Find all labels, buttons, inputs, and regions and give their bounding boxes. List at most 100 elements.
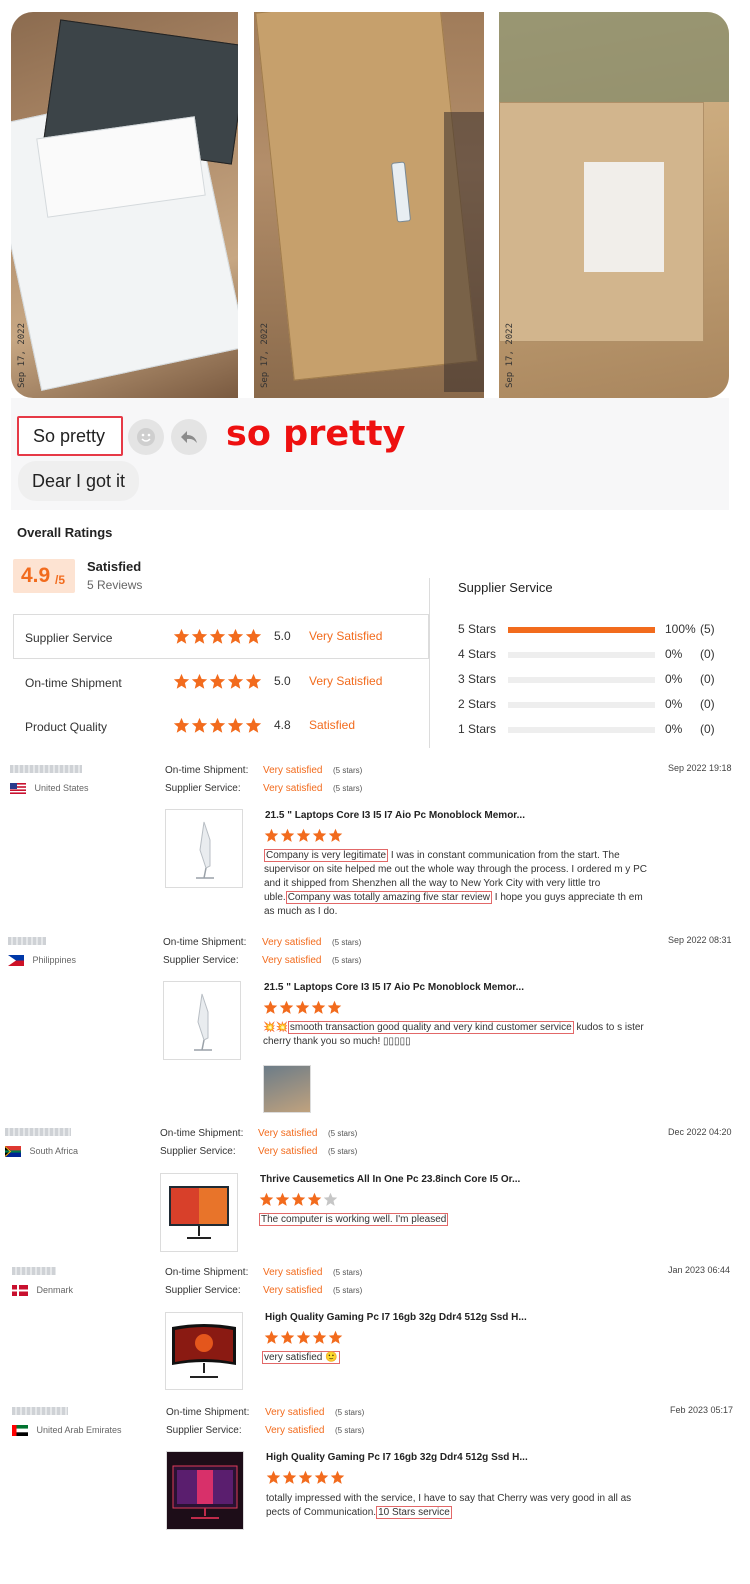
reviewer-country: United Arab Emirates <box>12 1425 122 1437</box>
review-highlight: very satisfied 🙂 <box>262 1351 340 1364</box>
shipment-stars: (5 stars) <box>333 1268 363 1277</box>
rating-row-stars <box>173 628 262 645</box>
product-thumbnail[interactable] <box>165 809 243 888</box>
star-filled-icon <box>173 717 190 733</box>
star-filled-icon <box>311 1000 326 1014</box>
supplier-label: Supplier Service: <box>165 1285 241 1296</box>
product-thumbnail[interactable] <box>166 1451 244 1530</box>
shipment-value: Very satisfied <box>258 1128 318 1139</box>
star-filled-icon <box>280 828 295 842</box>
distribution-bar-track <box>508 677 655 683</box>
star-filled-icon <box>328 828 343 842</box>
product-title-link[interactable]: High Quality Gaming Pc I7 16gb 32g Ddr4 … <box>266 1452 528 1463</box>
reply-button[interactable] <box>171 419 207 455</box>
distribution-bar-fill <box>508 627 655 633</box>
review-highlight: smooth transaction good quality and very… <box>287 1021 574 1034</box>
star-filled-icon <box>191 717 208 733</box>
star-filled-icon <box>296 1330 311 1344</box>
review-stars <box>266 1470 345 1485</box>
chat-bubble-dear-i-got-it: Dear I got it <box>18 461 140 501</box>
product-thumbnail[interactable] <box>160 1173 238 1252</box>
supplier-value: Very satisfied <box>265 1425 325 1436</box>
star-filled-icon <box>314 1470 329 1484</box>
rating-row-verdict: Satisfied <box>309 718 356 732</box>
distribution-count: (0) <box>700 647 715 661</box>
star-filled-icon <box>191 673 208 689</box>
photo-cardboard-box[interactable]: Sep 17, 2022 <box>254 12 484 398</box>
supplier-label: Supplier Service: <box>166 1425 242 1436</box>
country-name: United Arab Emirates <box>36 1425 122 1435</box>
supplier-label: Supplier Service: <box>160 1146 236 1157</box>
review-highlight: The computer is working well. I'm please… <box>259 1213 449 1226</box>
star-filled-icon <box>259 1192 274 1206</box>
product-title-link[interactable]: High Quality Gaming Pc I7 16gb 32g Ddr4 … <box>265 1312 527 1323</box>
product-thumbnail[interactable] <box>163 981 241 1060</box>
star-filled-icon <box>327 1000 342 1014</box>
supplier-stars: (5 stars) <box>333 784 363 793</box>
star-filled-icon <box>173 673 190 689</box>
photo-wrapped-package[interactable]: Sep 17, 2022 <box>499 12 729 398</box>
rating-row-stars <box>173 673 262 690</box>
star-filled-icon <box>209 673 226 689</box>
distribution-row-label: 2 Stars <box>458 697 497 711</box>
overall-ratings-title: Overall Ratings <box>17 525 113 540</box>
review-date: Feb 2023 05:17 <box>670 1405 734 1415</box>
review-emoji: 💥💥 <box>263 1022 288 1033</box>
rating-row-supplier-service: Supplier Service <box>25 629 112 647</box>
flag-south-africa-icon <box>5 1146 21 1158</box>
distribution-row-label: 4 Stars <box>458 647 497 661</box>
product-title-link[interactable]: 21.5 " Laptops Core I3 I5 I7 Aio Pc Mono… <box>265 810 525 821</box>
distribution-percent: 100% <box>665 622 696 636</box>
shipment-label: On-time Shipment: <box>165 1267 249 1278</box>
country-name: Philippines <box>32 955 77 965</box>
so-pretty-caption: so pretty <box>226 414 406 454</box>
distribution-percent: 0% <box>665 672 683 686</box>
shipment-label: On-time Shipment: <box>166 1407 250 1418</box>
rating-row-verdict: Very Satisfied <box>309 629 383 643</box>
product-title-link[interactable]: Thrive Causemetics All In One Pc 23.8inc… <box>260 1174 520 1185</box>
product-title-link[interactable]: 21.5 " Laptops Core I3 I5 I7 Aio Pc Mono… <box>264 982 524 993</box>
supplier-label: Supplier Service: <box>165 783 241 794</box>
flag-philippines-icon <box>8 955 24 967</box>
reviewer-country: Denmark <box>12 1285 73 1297</box>
flag-denmark-icon <box>12 1285 28 1297</box>
rating-row-on-time-shipment: On-time Shipment <box>25 674 122 692</box>
chat-bubble-so-pretty: So pretty <box>17 416 123 456</box>
star-filled-icon <box>296 828 311 842</box>
photo-styrofoam-packaging[interactable]: Sep 17, 2022 <box>11 12 238 398</box>
star-filled-icon <box>227 628 244 644</box>
review-text: totally impressed with the service, I ha… <box>266 1492 652 1520</box>
distribution-title: Supplier Service <box>458 580 553 595</box>
star-filled-icon <box>307 1192 322 1206</box>
shipment-stars: (5 stars) <box>335 1408 365 1417</box>
star-empty-icon <box>323 1192 338 1206</box>
shipment-label: On-time Shipment: <box>163 937 247 948</box>
shipment-stars: (5 stars) <box>333 766 363 775</box>
star-filled-icon <box>209 717 226 733</box>
review-text: 💥💥 smooth transaction good quality and ve… <box>263 1021 649 1049</box>
star-filled-icon <box>264 1330 279 1344</box>
review-count: 5 Reviews <box>87 578 143 592</box>
monitor-icon <box>196 821 214 879</box>
supplier-value: Very satisfied <box>258 1146 318 1157</box>
star-filled-icon <box>295 1000 310 1014</box>
rating-row-stars <box>173 717 262 734</box>
shipment-stars: (5 stars) <box>328 1129 358 1138</box>
distribution-count: (0) <box>700 697 715 711</box>
reviewer-country: Philippines <box>8 955 77 967</box>
rating-row-score: 5.0 <box>274 674 291 688</box>
product-thumbnail[interactable] <box>165 1312 243 1390</box>
emoji-button[interactable] <box>128 419 164 455</box>
reviewer-country: South Africa <box>5 1146 78 1158</box>
supplier-stars: (5 stars) <box>332 956 362 965</box>
distribution-row-label: 1 Stars <box>458 722 497 736</box>
emoji-icon <box>137 428 155 446</box>
star-filled-icon <box>227 717 244 733</box>
monitor-icon <box>169 1186 229 1239</box>
review-stars <box>263 1000 342 1015</box>
review-date: Sep 2022 19:18 <box>668 763 732 773</box>
review-stars <box>264 828 343 843</box>
review-photo-thumbnail[interactable] <box>263 1065 311 1113</box>
star-filled-icon <box>282 1470 297 1484</box>
rating-row-score: 5.0 <box>274 629 291 643</box>
